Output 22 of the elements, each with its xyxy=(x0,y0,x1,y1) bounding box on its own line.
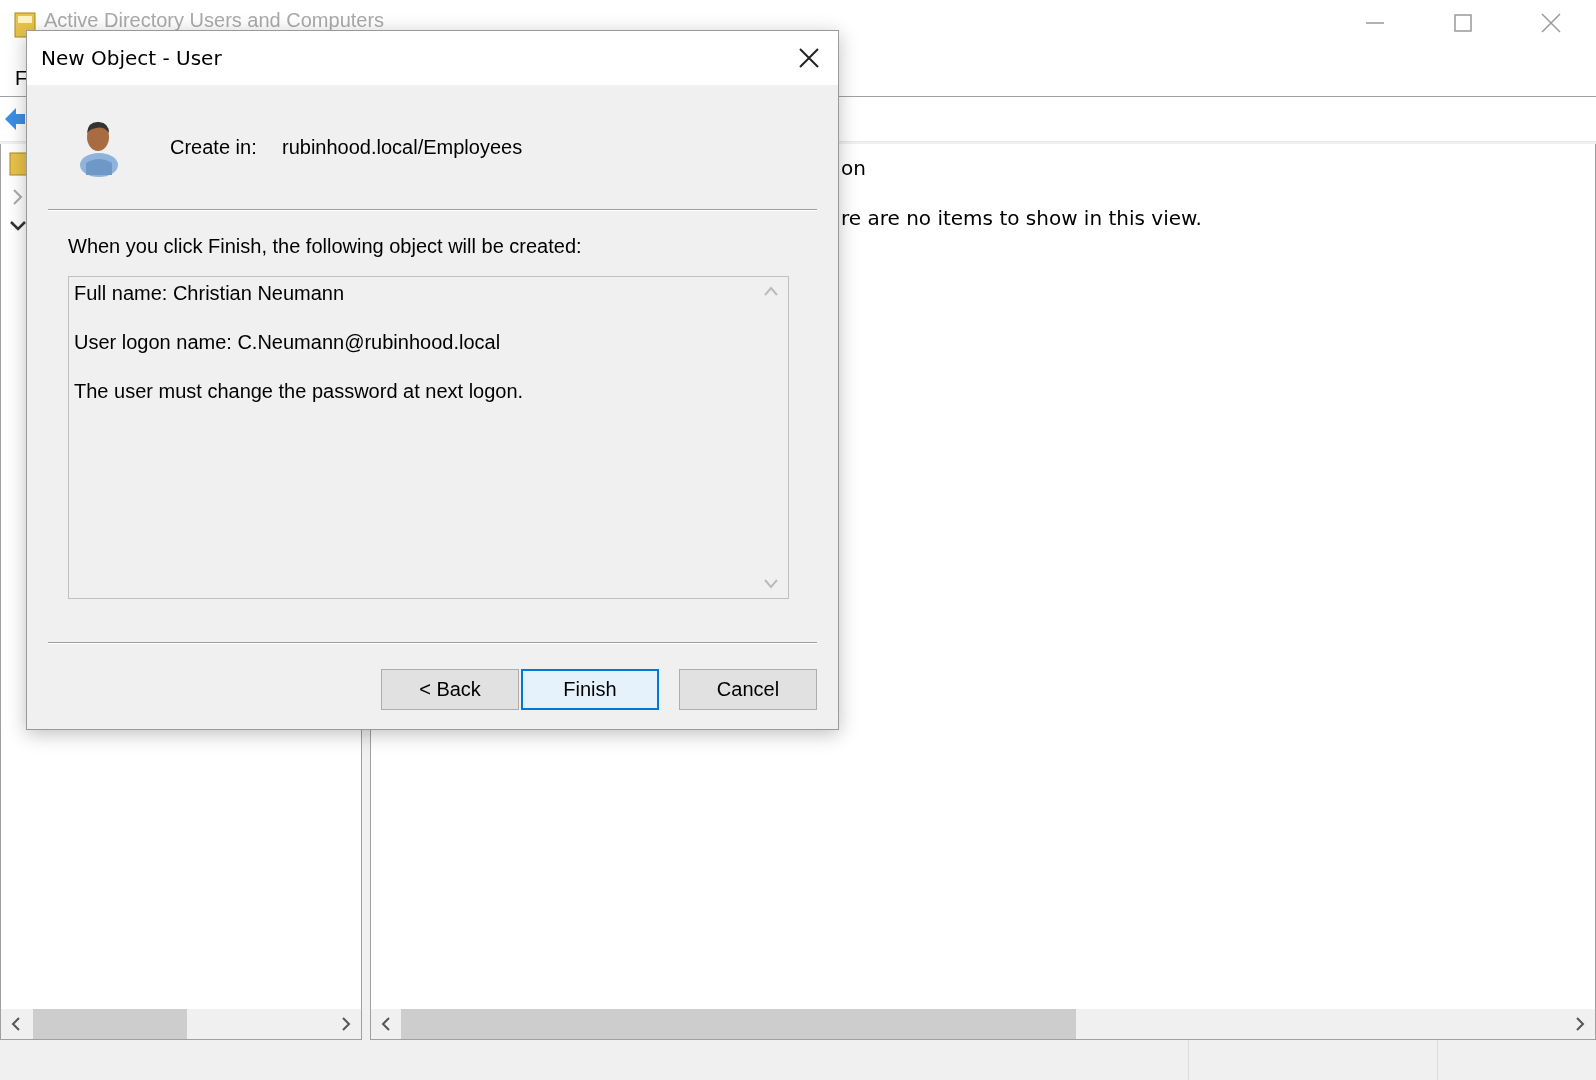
summary-line: Full name: Christian Neumann xyxy=(74,282,346,305)
dialog-button[interactable]: Cancel xyxy=(679,669,817,710)
chevron-up-icon[interactable] xyxy=(763,285,779,297)
intro-text: When you click Finish, the following object will be created: xyxy=(68,235,583,258)
horizontal-scrollbar[interactable] xyxy=(371,1009,1595,1039)
pane-text: re are no items to show in this view. xyxy=(841,206,1203,230)
summary-line: The user must change the password at next logon. xyxy=(74,380,525,403)
app-icon xyxy=(14,12,36,38)
close-icon[interactable] xyxy=(798,47,820,69)
summary-box[interactable]: Full name: Christian Neumann User logon name: C.Neumann@rubinhood.local The user must change the password at next logon. xyxy=(68,276,789,599)
create-in-label: Create in: xyxy=(170,135,258,159)
folder-icon xyxy=(9,152,29,176)
dialog-button[interactable]: Finish xyxy=(521,669,659,710)
menu-item[interactable]: F xyxy=(15,66,28,90)
create-in-path: rubinhood.local/Employees xyxy=(282,135,523,159)
dialog-title: New Object - User xyxy=(41,46,222,70)
pane-text: on xyxy=(841,156,867,180)
back-arrow-icon[interactable] xyxy=(4,106,26,132)
dialog-button[interactable]: < Back xyxy=(381,669,519,710)
summary-line: User logon name: C.Neumann@rubinhood.local xyxy=(74,331,502,354)
horizontal-scrollbar[interactable] xyxy=(1,1009,361,1039)
window-title: Active Directory Users and Computers xyxy=(44,10,385,30)
